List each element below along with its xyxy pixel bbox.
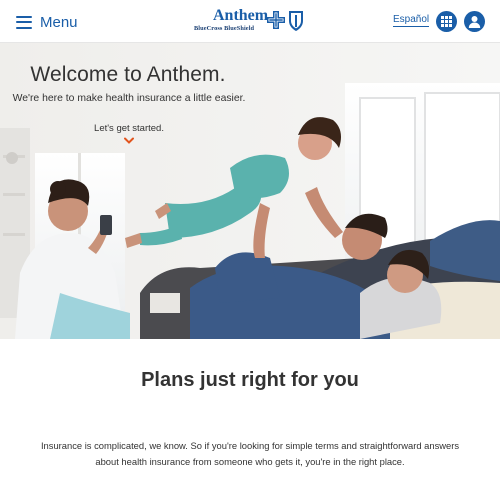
bluecross-blueshield-icon [267, 11, 303, 31]
hamburger-icon [16, 15, 32, 29]
logo-subbrand-text: BlueCross BlueShield [194, 25, 255, 32]
menu-button[interactable]: Menu [16, 12, 78, 32]
hero-family-photo [0, 43, 500, 339]
user-account-icon [468, 16, 481, 28]
get-started-link[interactable]: Let's get started. [80, 123, 178, 134]
hero-title: Welcome to Anthem. [30, 63, 226, 86]
grid-apps-icon [441, 16, 452, 27]
logo-brand-text: Anthem. [213, 7, 273, 24]
account-button[interactable] [464, 11, 485, 32]
chevron-down-icon[interactable] [124, 137, 134, 145]
apps-button[interactable] [436, 11, 457, 32]
section-title: Plans just right for you [141, 369, 359, 391]
hero-subtitle: We're here to make health insurance a li… [12, 93, 246, 104]
language-link-espanol[interactable]: Español [393, 14, 430, 27]
anthem-logo[interactable]: Anthem. BlueCross BlueShield [193, 7, 309, 37]
section-body: Insurance is complicated, we know. So if… [40, 440, 460, 467]
hero-banner: Welcome to Anthem. We're here to make he… [0, 43, 500, 339]
site-header: Menu Anthem. BlueCross BlueShield Españo… [0, 0, 500, 43]
menu-label: Menu [40, 13, 78, 31]
